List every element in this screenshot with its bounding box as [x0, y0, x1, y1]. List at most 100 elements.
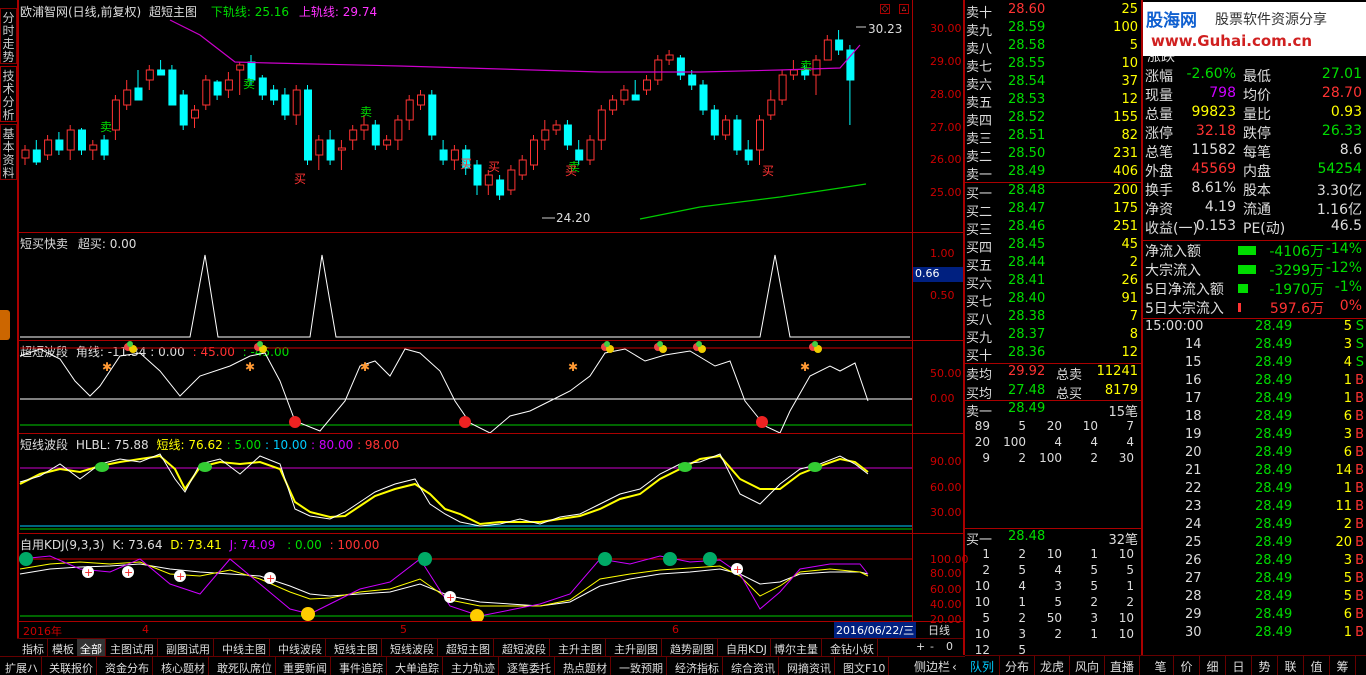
order-row-sell[interactable]: 卖三 28.51 82	[964, 128, 1142, 147]
order-row-sell[interactable]: 卖十 28.60 25	[964, 2, 1142, 21]
info-tab[interactable]: 扩展ハ	[2, 657, 42, 675]
right-tab[interactable]: 直播	[1105, 656, 1140, 675]
indicator-tab[interactable]: 自用KDJ	[723, 639, 771, 657]
candlestick-chart[interactable]	[0, 0, 912, 232]
queue-value: 1	[1090, 547, 1098, 561]
candle-body	[100, 139, 109, 156]
order-row-buy[interactable]: 买六 28.41 26	[964, 273, 1142, 292]
right-tab[interactable]: 势	[1252, 656, 1278, 675]
axis-tick: 60.00	[930, 481, 962, 494]
order-volume: 82	[1121, 128, 1138, 143]
indicator-tab[interactable]: 主图试用	[107, 639, 158, 657]
order-row-sell[interactable]: 卖八 28.58 5	[964, 38, 1142, 57]
right-tab[interactable]: 筹	[1330, 656, 1356, 675]
info-tab[interactable]: 事件追踪	[336, 657, 387, 675]
indicator-tab[interactable]: 超短波段	[499, 639, 550, 657]
indicator-tab[interactable]: 短线波段	[387, 639, 438, 657]
indicator-tab[interactable]: 主升副图	[611, 639, 662, 657]
order-row-buy[interactable]: 买五 28.44 2	[964, 255, 1142, 274]
candle-body	[236, 64, 245, 71]
order-row-buy[interactable]: 买二 28.47 175	[964, 201, 1142, 220]
candle-body	[371, 124, 380, 146]
order-price: 28.54	[1008, 74, 1046, 89]
scroll-minus-icon[interactable]: -	[930, 640, 934, 653]
order-row-buy[interactable]: 买一 28.48 200	[964, 183, 1142, 202]
order-row-buy[interactable]: 买十 28.36 12	[964, 345, 1142, 364]
order-row-sell[interactable]: 卖九 28.59 100	[964, 20, 1142, 39]
tick-price: 28.49	[1255, 517, 1293, 532]
info-tab[interactable]: 网摘资讯	[784, 657, 835, 675]
panel1-chart[interactable]	[0, 233, 912, 340]
order-label: 买十	[966, 349, 993, 364]
tick-side: S	[1355, 319, 1364, 334]
side-bar-toggle[interactable]: 侧边栏 ‹	[912, 656, 964, 675]
indicator-tab[interactable]: 模板	[49, 639, 78, 657]
indicator-tab[interactable]: 主升主图	[555, 639, 606, 657]
indicator-tab[interactable]: 中线主图	[219, 639, 270, 657]
order-volume: 2	[1129, 255, 1138, 270]
stat-label: 涨幅	[1145, 69, 1173, 85]
order-row-buy[interactable]: 买四 28.45 45	[964, 237, 1142, 256]
order-row-sell[interactable]: 卖四 28.52 155	[964, 110, 1142, 129]
panel3-axis: 90.00 60.00 30.00	[912, 434, 964, 533]
stat-label: 每笔	[1243, 145, 1271, 161]
info-tab[interactable]: 图文F10	[840, 657, 890, 675]
panel3-chart[interactable]	[0, 434, 912, 533]
candle-body	[224, 79, 233, 91]
order-volume: 10	[1121, 56, 1138, 71]
stat-value: 8.61%	[1191, 180, 1236, 196]
stat-value: 46.5	[1330, 218, 1362, 234]
queue-value: 3	[1090, 611, 1098, 625]
right-tab[interactable]: 值	[1304, 656, 1330, 675]
info-tab[interactable]: 核心题材	[158, 657, 209, 675]
indicator-tab[interactable]: 博尔主量	[771, 639, 822, 657]
info-tab[interactable]: 综合资讯	[728, 657, 779, 675]
info-tab[interactable]: 关联报价	[46, 657, 97, 675]
panel2-chart[interactable]: ✱ ✱ ✱ ✱ ✱	[0, 341, 912, 433]
right-tab[interactable]: 风向	[1070, 656, 1105, 675]
panel4-chart[interactable]: + + + + + +	[0, 534, 912, 621]
indicator-tab[interactable]: 指标	[19, 639, 48, 657]
order-row-buy[interactable]: 买八 28.38 7	[964, 309, 1142, 328]
info-tab[interactable]: 逐笔委托	[504, 657, 555, 675]
right-tab[interactable]: 笔	[1148, 656, 1174, 675]
right-tab[interactable]: 龙虎	[1035, 656, 1070, 675]
indicator-tab[interactable]: 超短主图	[443, 639, 494, 657]
zero-icon[interactable]: 0	[946, 640, 953, 653]
right-tab[interactable]: 日	[1226, 656, 1252, 675]
scroll-right-icon[interactable]: +	[916, 640, 925, 653]
info-tab[interactable]: 重要新闻	[280, 657, 331, 675]
right-tab[interactable]: 价	[1174, 656, 1200, 675]
info-tab[interactable]: 大单追踪	[392, 657, 443, 675]
info-tab[interactable]: 敢死队席位	[214, 657, 276, 675]
order-row-sell[interactable]: 卖一 28.49 406	[964, 164, 1142, 183]
axis-tick: 0.00	[930, 392, 955, 405]
order-row-sell[interactable]: 卖五 28.53 12	[964, 92, 1142, 111]
order-row-sell[interactable]: 卖二 28.50 231	[964, 146, 1142, 165]
info-tab[interactable]: 一致预期	[616, 657, 667, 675]
stat-label: 涨停	[1145, 126, 1173, 142]
order-row-buy[interactable]: 买三 28.46 251	[964, 219, 1142, 238]
indicator-tab[interactable]: 全部	[77, 639, 106, 657]
indicator-tab[interactable]: 中线波段	[275, 639, 326, 657]
right-tab[interactable]: 联	[1278, 656, 1304, 675]
order-row-buy[interactable]: 买七 28.40 91	[964, 291, 1142, 310]
info-tab[interactable]: 热点题材	[560, 657, 611, 675]
right-tab[interactable]: 队列	[965, 656, 1000, 675]
order-label: 卖九	[966, 24, 993, 39]
right-tab[interactable]: 分布	[1000, 656, 1035, 675]
flow-value: -3299万	[1269, 263, 1324, 279]
flow-value: 597.6万	[1269, 301, 1324, 317]
indicator-tab[interactable]: 短线主图	[331, 639, 382, 657]
right-tab[interactable]: 细	[1200, 656, 1226, 675]
order-row-sell[interactable]: 卖六 28.54 37	[964, 74, 1142, 93]
order-row-sell[interactable]: 卖七 28.55 10	[964, 56, 1142, 75]
tick-row: 15:00:00 28.49 5 S	[1143, 319, 1366, 338]
info-tab[interactable]: 资金分布	[102, 657, 153, 675]
indicator-tab[interactable]: 趋势副图	[667, 639, 718, 657]
order-row-buy[interactable]: 买九 28.37 8	[964, 327, 1142, 346]
indicator-tab[interactable]: 金钻小妖	[827, 639, 878, 657]
indicator-tab[interactable]: 副图试用	[163, 639, 214, 657]
info-tab[interactable]: 经济指标	[672, 657, 723, 675]
info-tab[interactable]: 主力轨迹	[448, 657, 499, 675]
